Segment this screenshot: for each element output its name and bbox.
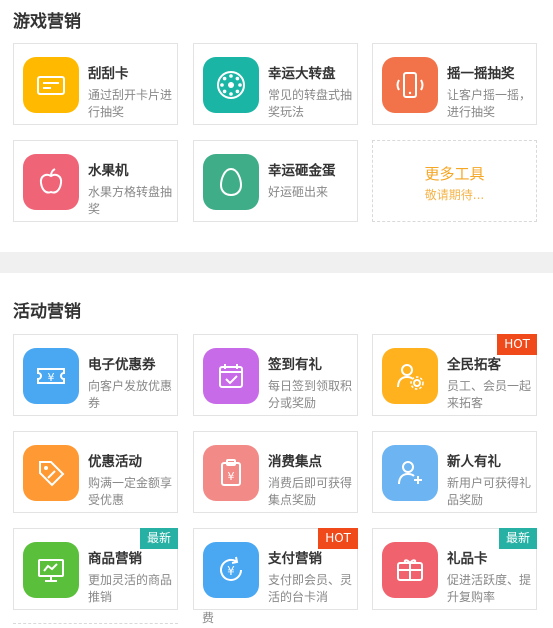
- card-name: 优惠活动: [88, 454, 142, 470]
- hot-badge: HOT: [318, 528, 358, 549]
- svg-text:¥: ¥: [228, 470, 235, 483]
- card-name: 新人有礼: [447, 454, 501, 470]
- coupon-icon: ¥: [23, 348, 79, 404]
- card-gift-card[interactable]: 礼品卡 促进活跃度、提升复购率 最新: [372, 528, 537, 610]
- card-desc: 好运砸出来: [268, 185, 329, 199]
- user-add-icon: [382, 445, 438, 501]
- card-lucky-wheel[interactable]: 幸运大转盘 常见的转盘式抽奖玩法: [193, 43, 358, 125]
- card-name: 消费集点: [268, 454, 322, 470]
- card-desc: 消费后即可获得集点奖励: [268, 476, 353, 507]
- card-desc: 向客户发放优惠券: [88, 379, 173, 410]
- card-desc: 员工、会员一起来拓客: [447, 379, 532, 410]
- card-shake-lottery[interactable]: 摇一摇抽奖 让客户摇一摇，进行抽奖: [372, 43, 537, 125]
- svg-text:¥: ¥: [48, 371, 55, 384]
- egg-icon: [203, 154, 259, 210]
- card-name: 幸运砸金蛋: [268, 163, 336, 179]
- next-row-dashed-edge: [13, 623, 178, 624]
- card-desc: 促进活跃度、提升复购率: [447, 573, 532, 604]
- card-name: 礼品卡: [447, 551, 488, 567]
- card-name: 支付营销: [268, 551, 322, 567]
- card-desc: 每日签到领取积分或奖励: [268, 379, 353, 410]
- card-scratch-card[interactable]: 刮刮卡 通过刮开卡片进行抽奖: [13, 43, 178, 125]
- pay-yen-icon: ¥: [203, 542, 259, 598]
- scratch-card-icon: [23, 57, 79, 113]
- card-referral[interactable]: 全民拓客 员工、会员一起来拓客 HOT: [372, 334, 537, 416]
- card-desc: 更加灵活的商品推销: [88, 573, 173, 604]
- card-fruit-machine[interactable]: 水果机 水果方格转盘抽奖: [13, 140, 178, 222]
- new-badge: 最新: [498, 528, 537, 549]
- card-desc: 通过刮开卡片进行抽奖: [88, 88, 173, 119]
- calendar-check-icon: [203, 348, 259, 404]
- card-name: 全民拓客: [447, 357, 501, 373]
- card-payment-marketing[interactable]: ¥ 支付营销 支付即会员、灵活的台卡消 HOT: [193, 528, 358, 610]
- card-name: 摇一摇抽奖: [447, 66, 515, 82]
- card-name: 电子优惠券: [88, 357, 156, 373]
- receipt-yen-icon: ¥: [203, 445, 259, 501]
- card-name: 刮刮卡: [88, 66, 129, 82]
- new-badge: 最新: [139, 528, 178, 549]
- section-title-game: 游戏营销: [13, 12, 81, 32]
- card-golden-egg[interactable]: 幸运砸金蛋 好运砸出来: [193, 140, 358, 222]
- card-desc: 水果方格转盘抽奖: [88, 185, 173, 216]
- card-name: 水果机: [88, 163, 129, 179]
- card-newcomer-gift[interactable]: 新人有礼 新用户可获得礼品奖励: [372, 431, 537, 513]
- card-desc: 支付即会员、灵活的台卡消: [268, 573, 353, 604]
- wheel-icon: [203, 57, 259, 113]
- overflow-desc-text: 费: [202, 611, 215, 625]
- card-name: 签到有礼: [268, 357, 322, 373]
- monitor-icon: [23, 542, 79, 598]
- gift-card-icon: [382, 542, 438, 598]
- discount-tag-icon: [23, 445, 79, 501]
- card-desc: 让客户摇一摇，进行抽奖: [447, 88, 532, 119]
- section-divider: [0, 252, 553, 273]
- apple-icon: [23, 154, 79, 210]
- more-tools-subtitle: 敬请期待...: [424, 188, 485, 202]
- card-more-tools[interactable]: 更多工具 敬请期待...: [372, 140, 537, 222]
- card-discount-activity[interactable]: 优惠活动 购满一定金额享受优惠: [13, 431, 178, 513]
- card-name: 商品营销: [88, 551, 142, 567]
- section-title-activity: 活动营销: [13, 302, 81, 322]
- more-tools-title: 更多工具: [424, 165, 485, 183]
- user-gear-icon: [382, 348, 438, 404]
- card-points-collect[interactable]: ¥ 消费集点 消费后即可获得集点奖励: [193, 431, 358, 513]
- card-name: 幸运大转盘: [268, 66, 336, 82]
- shake-phone-icon: [382, 57, 438, 113]
- card-product-marketing[interactable]: 商品营销 更加灵活的商品推销 最新: [13, 528, 178, 610]
- card-desc: 新用户可获得礼品奖励: [447, 476, 532, 507]
- svg-text:¥: ¥: [227, 564, 235, 578]
- card-desc: 购满一定金额享受优惠: [88, 476, 173, 507]
- card-checkin-gift[interactable]: 签到有礼 每日签到领取积分或奖励: [193, 334, 358, 416]
- card-desc: 常见的转盘式抽奖玩法: [268, 88, 353, 119]
- hot-badge: HOT: [497, 334, 537, 355]
- card-e-coupon[interactable]: ¥ 电子优惠券 向客户发放优惠券: [13, 334, 178, 416]
